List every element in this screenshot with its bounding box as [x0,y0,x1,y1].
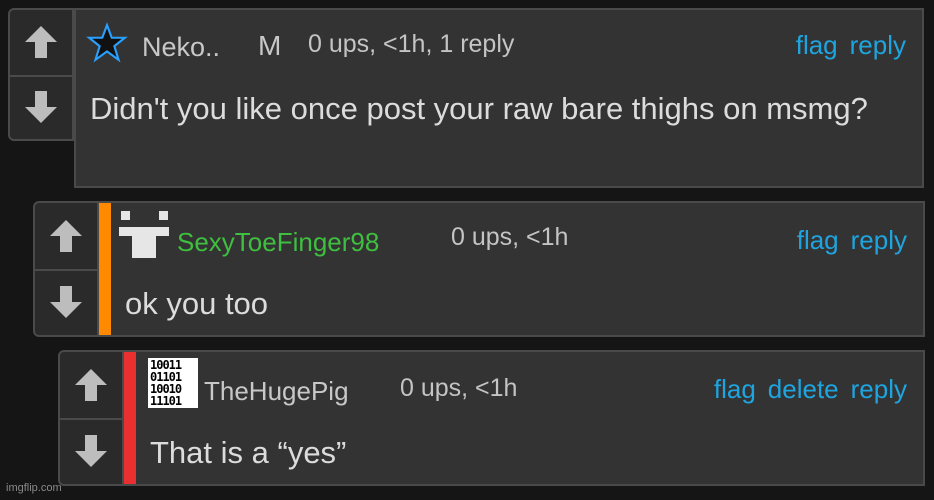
comment-text: Didn't you like once post your raw bare … [90,91,868,126]
upvote-button[interactable] [35,203,97,271]
downvote-button[interactable] [35,269,97,335]
username[interactable]: TheHugePig [204,376,349,407]
vote-panel [58,350,124,486]
binary-code-icon[interactable]: 10011 01101 10010 11101 [148,358,198,408]
comment-body: SexyToeFinger98 0 ups, <1h flag reply ok… [99,201,925,337]
downvote-button[interactable] [10,75,72,140]
arrow-down-icon [75,435,107,467]
star-outline-icon[interactable] [86,22,128,64]
flag-link[interactable]: flag [797,225,839,256]
flag-link[interactable]: flag [714,374,756,405]
upvote-button[interactable] [60,352,122,420]
pixel-face-icon[interactable] [119,211,169,261]
comment-actions: flag reply [796,30,906,61]
arrow-up-icon [75,369,107,401]
vote-panel [33,201,99,337]
comment-body: Neko.. M 0 ups, <1h, 1 reply flag reply … [74,8,924,188]
comment-actions: flag reply [797,225,907,256]
username[interactable]: SexyToeFinger98 [177,227,379,258]
arrow-up-icon [25,26,57,59]
downvote-button[interactable] [60,418,122,484]
delete-link[interactable]: delete [768,374,839,405]
upvote-button[interactable] [10,10,72,77]
comment-1: Neko.. M 0 ups, <1h, 1 reply flag reply … [8,8,924,188]
vote-panel [8,8,74,141]
comment-header: 10011 01101 10010 11101 TheHugePig 0 ups… [124,352,923,408]
reply-link[interactable]: reply [850,30,906,61]
comment-text: That is a “yes” [150,435,347,470]
comment-meta: 0 ups, <1h [451,223,569,251]
mod-badge: M [258,30,282,61]
comment-3: 10011 01101 10010 11101 TheHugePig 0 ups… [58,350,925,486]
comment-text: ok you too [125,286,269,321]
comment-2: SexyToeFinger98 0 ups, <1h flag reply ok… [33,201,925,337]
binary-row: 11101 [150,394,182,408]
comment-actions: flag delete reply [714,374,907,405]
comment-meta: 0 ups, <1h, 1 reply [308,30,515,58]
arrow-up-icon [50,220,82,252]
reply-link[interactable]: reply [851,374,907,405]
arrow-down-icon [50,286,82,318]
reply-link[interactable]: reply [851,225,907,256]
flag-link[interactable]: flag [796,30,838,61]
comment-body: 10011 01101 10010 11101 TheHugePig 0 ups… [124,350,925,486]
comment-header: SexyToeFinger98 0 ups, <1h flag reply [99,203,923,258]
watermark: imgflip.com [6,482,62,494]
arrow-down-icon [25,90,57,123]
username[interactable]: Neko.. [142,32,220,63]
comment-meta: 0 ups, <1h [400,374,518,402]
comment-header: Neko.. M 0 ups, <1h, 1 reply flag reply [76,16,922,70]
